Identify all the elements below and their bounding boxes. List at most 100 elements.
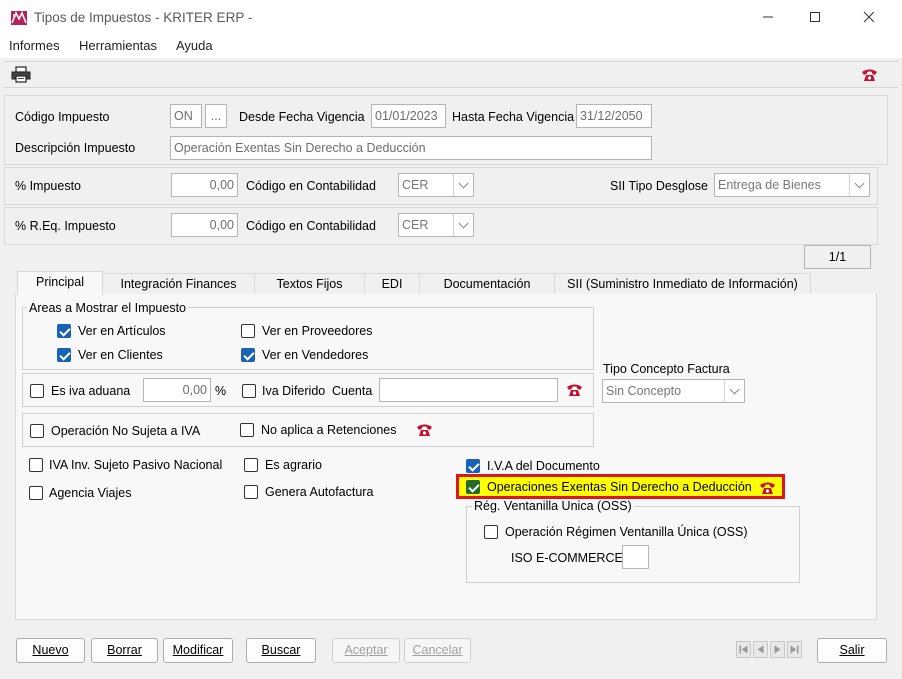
ver-clientes-label: Ver en Clientes <box>78 348 163 362</box>
req-contab-label: Código en Contabilidad <box>246 219 376 233</box>
print-icon[interactable] <box>11 66 31 83</box>
nuevo-label: Nuevo <box>32 643 69 657</box>
app-icon <box>10 9 28 27</box>
menu-herramientas[interactable]: Herramientas <box>79 38 157 53</box>
ver-articulos-checkbox[interactable] <box>57 324 71 338</box>
aceptar-button[interactable]: Aceptar <box>332 638 400 663</box>
desde-field[interactable]: 01/01/2023 <box>371 104 446 128</box>
tipo-concepto-value: Sin Concepto <box>606 384 682 398</box>
chevron-down-icon[interactable] <box>724 380 744 402</box>
prev-icon <box>757 645 764 654</box>
areas-title: Areas a Mostrar el Impuesto <box>27 301 189 315</box>
oss-checkbox[interactable] <box>484 525 498 539</box>
autofactura-label: Genera Autofactura <box>265 485 374 499</box>
close-icon <box>863 11 875 23</box>
next-icon <box>774 645 781 654</box>
iva-documento-checkbox[interactable] <box>466 459 480 473</box>
iva-aduana-label: Es iva aduana <box>51 384 131 398</box>
no-sujeta-checkbox[interactable] <box>30 424 44 438</box>
minimize-icon <box>763 16 773 18</box>
chevron-down-icon[interactable] <box>849 174 869 196</box>
last-icon <box>790 645 799 654</box>
iva-aduana-checkbox[interactable] <box>30 384 44 398</box>
iva-aduana-field[interactable]: 0,00 <box>143 378 211 402</box>
maximize-icon <box>810 12 820 22</box>
window-title: Tipos de Impuestos - KRITER ERP - <box>34 10 253 25</box>
last-record-button[interactable] <box>787 641 802 658</box>
close-button[interactable] <box>846 0 892 36</box>
menu-ayuda[interactable]: Ayuda <box>176 38 213 53</box>
tab-principal[interactable]: Principal <box>17 271 103 295</box>
iso-field[interactable] <box>622 545 649 569</box>
tab-documentacion[interactable]: Documentación <box>419 273 555 295</box>
buscar-button[interactable]: Buscar <box>246 638 316 663</box>
iva-inv-label: IVA Inv. Sujeto Pasivo Nacional <box>49 458 223 472</box>
agrario-checkbox[interactable] <box>244 458 258 472</box>
tab-sii[interactable]: SII (Suministro Inmediato de Información… <box>554 273 811 295</box>
pct-req-label: % R.Eq. Impuesto <box>15 219 116 233</box>
ver-clientes-checkbox[interactable] <box>57 348 71 362</box>
iso-label: ISO E-COMMERCE <box>511 551 623 565</box>
retenciones-phone-icon[interactable] <box>416 423 433 437</box>
menu-informes[interactable]: Informes <box>9 38 60 53</box>
oss-title: Rég. Ventanilla Unica (OSS) <box>472 499 634 513</box>
pct-req-field[interactable]: 0,00 <box>171 213 238 237</box>
first-record-button[interactable] <box>736 641 751 658</box>
req-contab-value: CER <box>402 218 429 232</box>
borrar-button[interactable]: Borrar <box>91 638 158 663</box>
no-retenciones-checkbox[interactable] <box>240 423 254 437</box>
req-contab-select[interactable]: CER <box>398 213 474 237</box>
chevron-down-icon[interactable] <box>453 214 473 236</box>
cuenta-phone-icon[interactable] <box>566 383 583 397</box>
exentas-phone-icon[interactable] <box>759 481 776 495</box>
pct-impuesto-field[interactable]: 0,00 <box>171 173 238 197</box>
ver-proveedores-checkbox[interactable] <box>241 324 255 338</box>
cancelar-button[interactable]: Cancelar <box>404 638 471 663</box>
agencia-checkbox[interactable] <box>29 486 43 500</box>
tipo-concepto-label: Tipo Concepto Factura <box>603 362 730 376</box>
sii-label: SII Tipo Desglose <box>610 179 708 193</box>
hasta-field[interactable]: 31/12/2050 <box>576 104 652 128</box>
ver-articulos-label: Ver en Artículos <box>78 324 166 338</box>
cuenta-field[interactable] <box>379 378 558 402</box>
oss-label: Operación Régimen Ventanilla Única (OSS) <box>505 525 748 539</box>
ver-proveedores-label: Ver en Proveedores <box>262 324 373 338</box>
iva-inv-checkbox[interactable] <box>29 458 43 472</box>
buscar-label: Buscar <box>261 643 301 657</box>
sii-value: Entrega de Bienes <box>718 178 821 192</box>
desde-label: Desde Fecha Vigencia <box>239 110 365 124</box>
cuenta-label: Cuenta <box>332 384 373 398</box>
iva-diferido-checkbox[interactable] <box>242 384 256 398</box>
first-icon <box>739 645 748 654</box>
codigo-lookup-button[interactable]: ... <box>205 104 227 128</box>
agencia-label: Agencia Viajes <box>49 486 132 500</box>
codigo-field[interactable]: ON <box>170 104 202 128</box>
maximize-button[interactable] <box>792 0 838 36</box>
autofactura-checkbox[interactable] <box>244 485 258 499</box>
nuevo-button[interactable]: Nuevo <box>16 638 85 663</box>
tab-integracion[interactable]: Integración Finances <box>102 273 255 295</box>
modificar-button[interactable]: Modificar <box>163 638 233 663</box>
tipo-concepto-select[interactable]: Sin Concepto <box>602 379 745 403</box>
minimize-button[interactable] <box>745 0 791 36</box>
tab-textos-fijos[interactable]: Textos Fijos <box>254 273 365 295</box>
sii-select[interactable]: Entrega de Bienes <box>714 173 870 197</box>
tab-edi[interactable]: EDI <box>364 273 420 295</box>
exentas-checkbox[interactable] <box>466 480 480 494</box>
chevron-down-icon[interactable] <box>453 174 473 196</box>
no-retenciones-label: No aplica a Retenciones <box>261 423 397 437</box>
iva-documento-label: I.V.A del Documento <box>487 459 600 473</box>
descripcion-field[interactable]: Operación Exentas Sin Derecho a Deducció… <box>170 136 652 160</box>
salir-button[interactable]: Salir <box>817 638 887 663</box>
agrario-label: Es agrario <box>265 458 322 472</box>
contab-label: Código en Contabilidad <box>246 179 376 193</box>
ver-vendedores-checkbox[interactable] <box>241 348 255 362</box>
contab-select[interactable]: CER <box>398 173 474 197</box>
ver-vendedores-label: Ver en Vendedores <box>262 348 369 362</box>
descripcion-label: Descripción Impuesto <box>15 141 136 155</box>
next-record-button[interactable] <box>770 641 785 658</box>
prev-record-button[interactable] <box>753 641 768 658</box>
phone-help-icon[interactable] <box>861 68 878 82</box>
modificar-label: Modificar <box>172 643 224 657</box>
record-counter: 1/1 <box>804 245 871 269</box>
